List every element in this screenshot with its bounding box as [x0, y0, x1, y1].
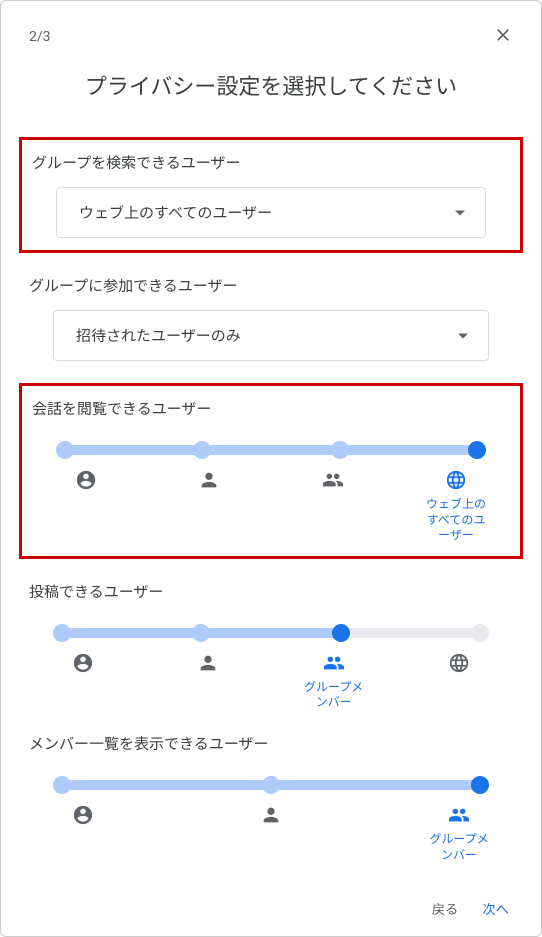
dialog-header: 2/3	[29, 25, 513, 49]
section-view-label: 会話を閲覧できるユーザー	[32, 398, 510, 419]
step-indicator: 2/3	[29, 29, 51, 45]
group-icon	[323, 652, 345, 674]
view-option-manager	[179, 469, 239, 544]
close-icon	[493, 25, 513, 45]
members-option-owner	[53, 804, 113, 863]
section-post-label: 投稿できるユーザー	[29, 581, 513, 602]
view-option-owner	[56, 469, 116, 544]
back-button[interactable]: 戻る	[432, 899, 459, 918]
post-selected-caption: グループメンバー	[304, 680, 364, 711]
search-select[interactable]: ウェブ上のすべてのユーザー	[56, 187, 486, 238]
user-icon	[198, 469, 220, 491]
members-option-members: グループメンバー	[429, 804, 489, 863]
dialog-title: プライバシー設定を選択してください	[29, 69, 513, 101]
user-circle-icon	[72, 652, 94, 674]
post-option-owner	[53, 652, 113, 711]
search-select-value: ウェブ上のすべてのユーザー	[79, 202, 272, 223]
group-icon	[448, 804, 470, 826]
view-option-members	[303, 469, 363, 544]
view-selected-caption: ウェブ上のすべてのユーザー	[426, 497, 486, 544]
section-view: 会話を閲覧できるユーザー	[19, 383, 523, 559]
close-button[interactable]	[493, 25, 513, 49]
members-selected-caption: グループメンバー	[429, 832, 489, 863]
join-select[interactable]: 招待されたユーザーのみ	[53, 310, 489, 361]
members-slider[interactable]	[53, 780, 489, 790]
post-node-3[interactable]	[471, 624, 489, 642]
post-slider[interactable]	[53, 628, 489, 638]
globe-icon	[448, 652, 470, 674]
post-option-members: グループメンバー	[304, 652, 364, 711]
globe-icon	[445, 469, 467, 491]
view-option-web: ウェブ上のすべてのユーザー	[426, 469, 486, 544]
post-option-manager	[178, 652, 238, 711]
user-icon	[197, 652, 219, 674]
section-join-label: グループに参加できるユーザー	[29, 275, 513, 296]
privacy-settings-dialog: 2/3 プライバシー設定を選択してください グループを検索できるユーザー ウェブ…	[0, 0, 542, 937]
join-select-value: 招待されたユーザーのみ	[76, 325, 241, 346]
user-icon	[260, 804, 282, 826]
section-members: メンバー一覧を表示できるユーザー	[29, 733, 513, 863]
section-join: グループに参加できるユーザー 招待されたユーザーのみ	[29, 275, 513, 361]
members-option-manager	[241, 804, 301, 863]
section-members-label: メンバー一覧を表示できるユーザー	[29, 733, 513, 754]
section-post: 投稿できるユーザー	[29, 581, 513, 711]
dialog-footer: 戻る 次へ	[29, 887, 513, 918]
group-icon	[322, 469, 344, 491]
section-search-label: グループを検索できるユーザー	[32, 152, 510, 173]
section-search: グループを検索できるユーザー ウェブ上のすべてのユーザー	[19, 137, 523, 253]
next-button[interactable]: 次へ	[482, 899, 509, 918]
user-circle-icon	[75, 469, 97, 491]
post-option-web	[429, 652, 489, 711]
user-circle-icon	[72, 804, 94, 826]
view-slider[interactable]	[56, 445, 486, 455]
